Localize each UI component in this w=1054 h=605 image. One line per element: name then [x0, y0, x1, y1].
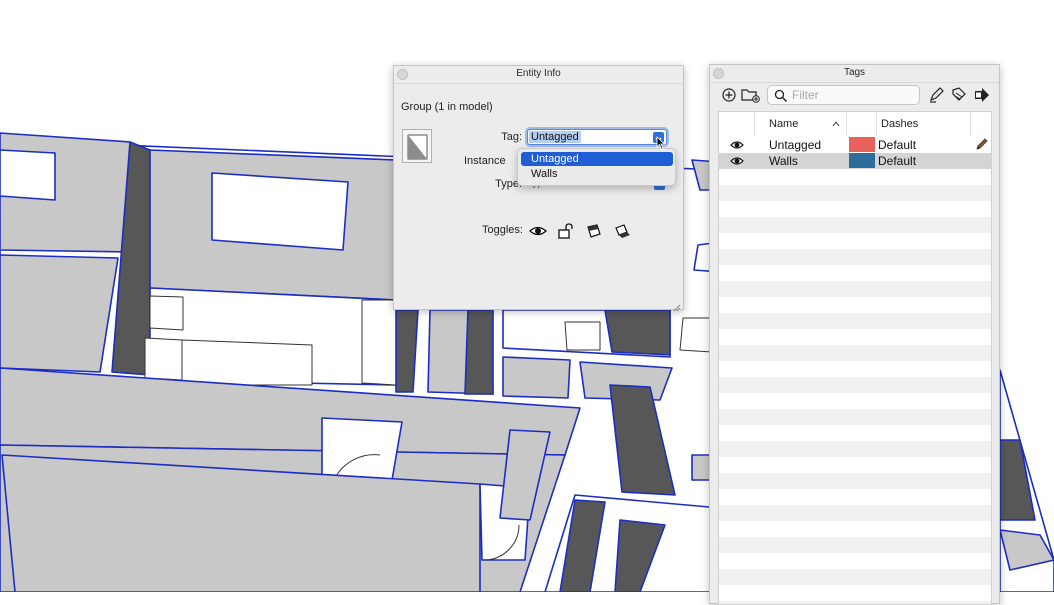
empty-row-stripe: [719, 281, 991, 297]
empty-row-stripe: [719, 441, 991, 457]
empty-row-stripe: [719, 505, 991, 521]
entity-heading: Group (1 in model): [401, 101, 493, 113]
active-tag-pencil-icon: [975, 138, 988, 151]
eye-icon[interactable]: [529, 223, 547, 239]
tag-select[interactable]: Untagged: [527, 129, 667, 145]
filter-field[interactable]: [767, 85, 920, 105]
dropdown-option-walls[interactable]: Walls: [521, 167, 673, 181]
empty-row-stripe: [719, 249, 991, 265]
tags-panel: Tags Name: [709, 64, 1000, 605]
dashes-header-label: Dashes: [881, 118, 919, 130]
add-tag-icon[interactable]: [721, 87, 739, 103]
color-by-tag-icon[interactable]: [928, 87, 946, 103]
panel-title: Entity Info: [516, 68, 561, 79]
empty-row-stripe: [719, 313, 991, 329]
toggles-label: Toggles:: [482, 224, 523, 236]
entity-info-panel: Entity Info Group (1 in model) Tag: Unta…: [393, 65, 684, 312]
empty-row-stripe: [719, 537, 991, 553]
search-icon: [774, 89, 788, 103]
tag-dropdown-menu: Untagged Walls: [517, 148, 676, 186]
group-thumbnail-icon: [402, 129, 432, 163]
name-header-label: Name: [769, 118, 799, 130]
instance-label: Instance: [464, 155, 506, 167]
tags-titlebar[interactable]: Tags: [710, 65, 999, 83]
receive-shadows-icon[interactable]: [585, 223, 603, 239]
tag-label: Tag:: [501, 131, 522, 143]
visibility-eye-icon[interactable]: [730, 139, 744, 151]
empty-row-stripe: [719, 569, 991, 585]
empty-row-stripe: [719, 345, 991, 361]
cast-shadows-icon[interactable]: [613, 223, 631, 239]
entity-info-titlebar[interactable]: Entity Info: [394, 66, 683, 84]
type-label: Type:: [495, 178, 522, 190]
tag-color-swatch[interactable]: [849, 137, 875, 152]
mouse-cursor-icon: [656, 136, 666, 150]
tag-select-value: Untagged: [529, 131, 581, 143]
panel-title: Tags: [843, 67, 866, 78]
empty-row-stripe: [719, 601, 991, 604]
dashes-column-header[interactable]: Dashes: [877, 112, 971, 136]
sketchup-window: Entity Info Group (1 in model) Tag: Unta…: [0, 0, 1054, 605]
visibility-eye-icon[interactable]: [730, 155, 744, 167]
add-folder-icon[interactable]: [741, 87, 761, 103]
tag-dashes[interactable]: Default: [878, 154, 916, 168]
tag-name: Walls: [769, 154, 798, 168]
empty-row-stripe: [719, 217, 991, 233]
name-column-header[interactable]: Name: [755, 112, 847, 136]
empty-row-stripe: [719, 409, 991, 425]
tag-tool-icon[interactable]: [950, 87, 968, 103]
tag-dashes[interactable]: Default: [878, 138, 916, 152]
dropdown-option-untagged[interactable]: Untagged: [521, 152, 673, 166]
details-arrow-icon[interactable]: [973, 87, 991, 103]
tag-color-swatch[interactable]: [849, 153, 875, 168]
tags-table: Name Dashes Untagged Default Walls Defau…: [718, 111, 992, 605]
visibility-column-header[interactable]: [719, 112, 755, 136]
resize-grip-icon[interactable]: [673, 299, 681, 312]
filter-input[interactable]: [792, 88, 912, 102]
tag-row-walls[interactable]: Walls Default: [719, 153, 991, 169]
empty-row-stripe: [719, 473, 991, 489]
tag-row-untagged[interactable]: Untagged Default: [719, 137, 991, 153]
lock-icon[interactable]: [557, 223, 575, 239]
empty-row-stripe: [719, 185, 991, 201]
color-column-header[interactable]: [847, 112, 877, 136]
empty-row-stripe: [719, 377, 991, 393]
tag-name: Untagged: [769, 138, 822, 152]
